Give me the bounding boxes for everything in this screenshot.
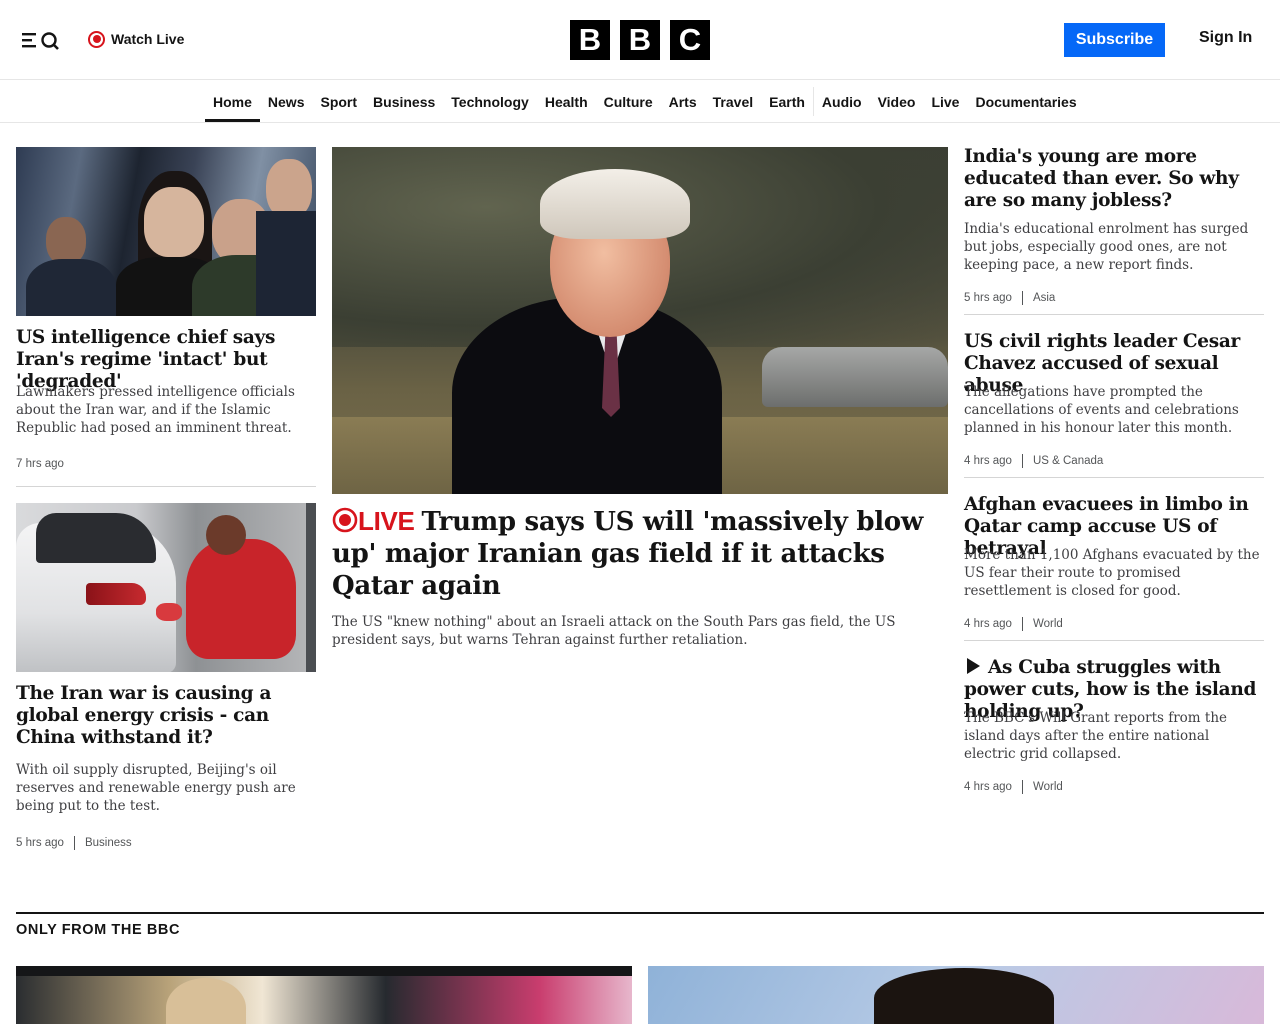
logo-letter: B	[620, 20, 660, 60]
watch-live-link[interactable]: Watch Live	[88, 29, 184, 49]
logo-letter: B	[570, 20, 610, 60]
fuel-station-photo[interactable]	[16, 503, 316, 672]
story-time: 5 hrs ago	[964, 292, 1012, 304]
story-time: 4 hrs ago	[964, 781, 1012, 793]
story-summary: The allegations have prompted the cancel…	[964, 384, 1239, 436]
story-meta: 7 hrs ago	[16, 458, 64, 470]
story-time: 4 hrs ago	[964, 455, 1012, 467]
nav-item-arts[interactable]: Arts	[661, 81, 705, 122]
live-badge: LIVE	[332, 506, 422, 536]
story-category[interactable]: Business	[85, 837, 132, 849]
subscribe-button[interactable]: Subscribe	[1064, 23, 1165, 57]
nav-item-health[interactable]: Health	[537, 81, 596, 122]
lead-headline-text: Trump says US will 'massively blow up' m…	[332, 507, 923, 601]
story-meta: 5 hrs ago Business	[16, 836, 132, 850]
nav-item-video[interactable]: Video	[870, 81, 924, 122]
nav-item-technology[interactable]: Technology	[443, 81, 537, 122]
story-summary: With oil supply disrupted, Beijing's oil…	[16, 762, 296, 814]
nav-item-news[interactable]: News	[260, 81, 313, 122]
nav-item-culture[interactable]: Culture	[596, 81, 661, 122]
story-summary: Lawmakers pressed intelligence officials…	[16, 384, 295, 436]
lead-headline[interactable]: LIVE Trump says US will 'massively blow …	[332, 505, 948, 602]
top-bar: Watch Live B B C Subscribe Sign In	[0, 0, 1280, 80]
section-divider	[16, 912, 1264, 914]
main-navigation: Home News Sport Business Technology Heal…	[0, 81, 1280, 123]
story-meta: 5 hrs ago Asia	[964, 291, 1055, 305]
bbc-logo[interactable]: B B C	[570, 20, 710, 60]
live-icon	[332, 507, 358, 533]
logo-letter: C	[670, 20, 710, 60]
story-category[interactable]: US & Canada	[1033, 455, 1103, 467]
nav-item-documentaries[interactable]: Documentaries	[967, 81, 1084, 122]
story-headline[interactable]: India's young are more educated than eve…	[964, 146, 1264, 212]
lead-summary: The US "knew nothing" about an Israeli a…	[332, 614, 896, 648]
play-icon	[967, 658, 980, 674]
meta-divider	[1021, 291, 1023, 305]
story-summary: India's educational enrolment has surged…	[964, 221, 1249, 273]
story-category[interactable]: World	[1033, 781, 1063, 793]
story-summary: The BBC's Will Grant reports from the is…	[964, 710, 1227, 762]
story-meta: 4 hrs ago World	[964, 617, 1063, 631]
menu-search-button[interactable]	[20, 28, 64, 52]
meta-divider	[1021, 617, 1023, 631]
sign-in-button[interactable]: Sign In	[1199, 29, 1252, 47]
story-time: 5 hrs ago	[16, 837, 64, 849]
live-label: LIVE	[358, 506, 415, 536]
section-title: ONLY FROM THE BBC	[16, 922, 181, 938]
story-summary: More than 1,100 Afghans evacuated by the…	[964, 547, 1260, 599]
story-headline[interactable]: The Iran war is causing a global energy …	[16, 683, 316, 749]
nav-item-live[interactable]: Live	[923, 81, 967, 122]
story-time: 4 hrs ago	[964, 618, 1012, 630]
divider	[964, 640, 1264, 641]
divider	[964, 314, 1264, 315]
live-indicator-icon	[88, 30, 105, 48]
story-category[interactable]: Asia	[1033, 292, 1055, 304]
menu-search-icon	[22, 32, 59, 50]
nav-item-earth[interactable]: Earth	[761, 81, 813, 122]
nav-item-home[interactable]: Home	[205, 81, 260, 122]
portrait-photo[interactable]	[648, 966, 1264, 1024]
watch-live-label: Watch Live	[111, 31, 185, 47]
intelligence-hearing-photo[interactable]	[16, 147, 316, 316]
shopping-photo[interactable]	[16, 966, 632, 1024]
divider	[16, 486, 316, 487]
nav-item-business[interactable]: Business	[365, 81, 443, 122]
meta-divider	[73, 836, 75, 850]
nav-item-sport[interactable]: Sport	[312, 81, 365, 122]
story-meta: 4 hrs ago US & Canada	[964, 454, 1103, 468]
trump-photo[interactable]	[332, 147, 948, 494]
meta-divider	[1021, 780, 1023, 794]
meta-divider	[1021, 454, 1023, 468]
story-meta: 4 hrs ago World	[964, 780, 1063, 794]
story-category[interactable]: World	[1033, 618, 1063, 630]
nav-item-audio[interactable]: Audio	[814, 81, 870, 122]
nav-item-travel[interactable]: Travel	[705, 81, 761, 122]
story-time: 7 hrs ago	[16, 458, 64, 470]
divider	[964, 477, 1264, 478]
